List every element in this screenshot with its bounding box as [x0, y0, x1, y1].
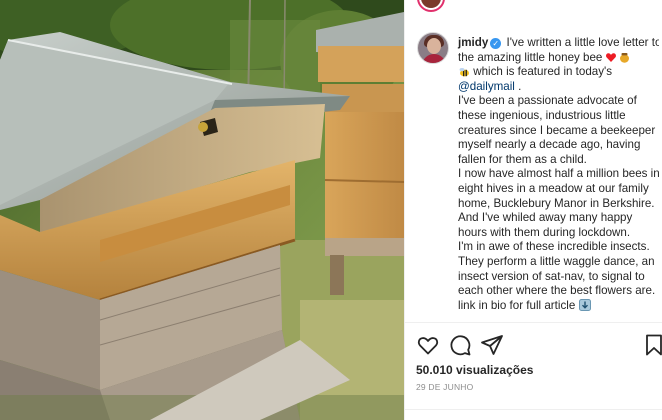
heart-icon[interactable]: [416, 333, 440, 357]
post-actions: 50.010 visualizações 29 DE JUNHO: [404, 322, 662, 420]
views-count[interactable]: 50.010 visualizações: [416, 363, 533, 377]
avatar[interactable]: [417, 32, 449, 64]
caption-link-text: link in bio for full article: [458, 298, 576, 312]
header-avatar[interactable]: [417, 0, 445, 12]
red-heart-emoji-icon: [605, 52, 616, 62]
comment-bubble-icon[interactable]: [448, 333, 472, 357]
bookmark-icon[interactable]: [642, 333, 662, 357]
post-date[interactable]: 29 DE JUNHO: [416, 382, 473, 392]
honeybee-emoji-icon: [459, 68, 469, 77]
down-arrow-emoji-icon: [578, 298, 591, 311]
caption-text: jmidy ✓ I've written a little love letter…: [458, 36, 659, 313]
caption-paragraph-1: I've been a passionate advocate of these…: [458, 94, 656, 166]
mention-link[interactable]: @dailymail: [458, 80, 515, 93]
beehive-photo: [0, 0, 404, 420]
divider: [404, 409, 662, 410]
post-caption: jmidy ✓ I've written a little love letter…: [417, 32, 659, 322]
mention-after: .: [514, 79, 522, 93]
username-link[interactable]: jmidy: [458, 36, 488, 49]
verified-badge-icon: ✓: [490, 38, 502, 49]
caption-paragraph-3: I'm in awe of these incredible insects. …: [458, 240, 656, 298]
caption-paragraph-2: I now have almost half a million bees in…: [458, 167, 659, 239]
paper-plane-icon[interactable]: [480, 333, 504, 357]
caption-intro-b: which is featured in today's: [470, 65, 613, 79]
post-photo[interactable]: [0, 0, 404, 420]
honey-pot-emoji-icon: [619, 52, 629, 63]
